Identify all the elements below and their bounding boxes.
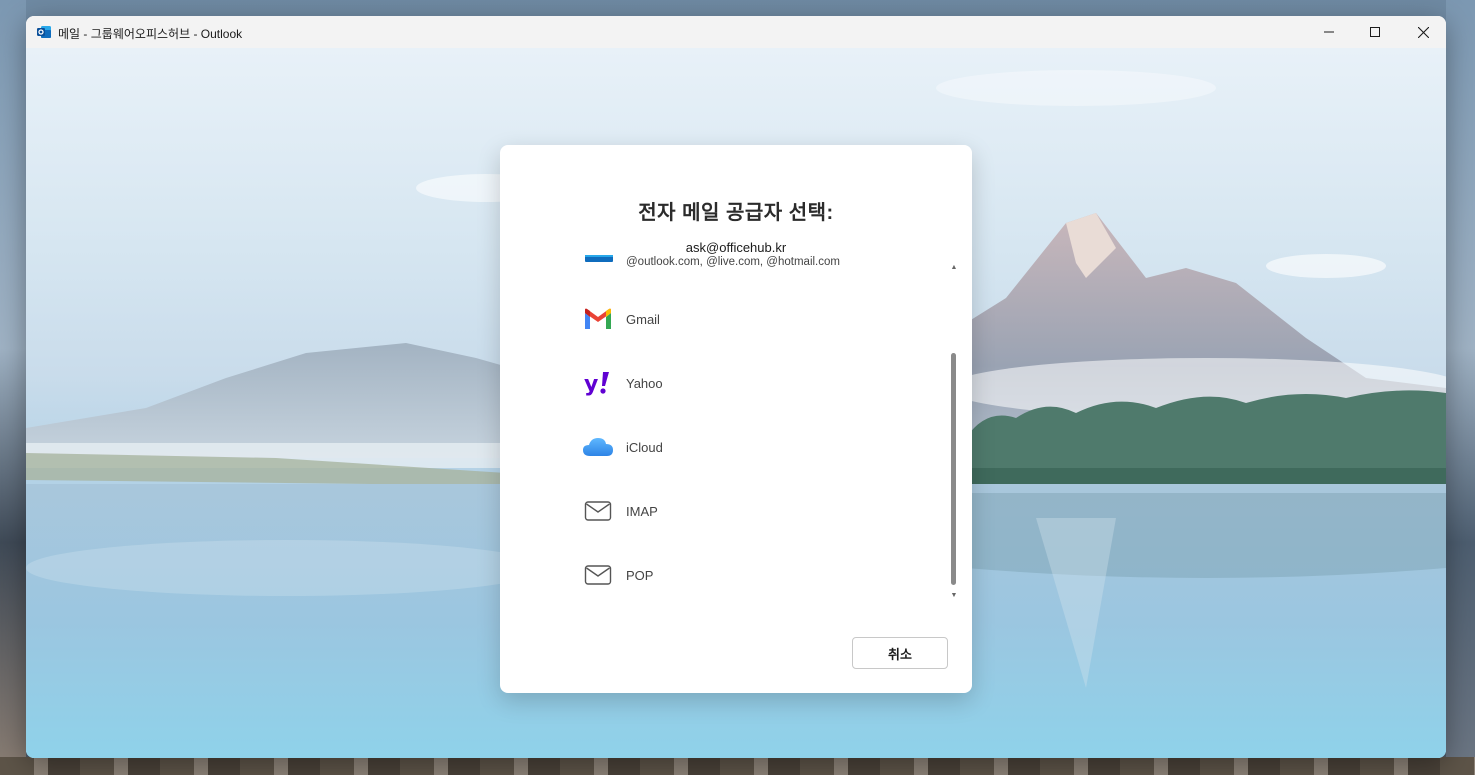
desktop-background-bottom [0, 757, 1475, 775]
outlook-icon [582, 255, 614, 278]
maximize-button[interactable] [1352, 16, 1398, 48]
close-button[interactable] [1400, 16, 1446, 48]
close-icon [1417, 26, 1429, 38]
provider-label: iCloud [626, 439, 663, 455]
cancel-button[interactable]: 취소 [852, 637, 948, 669]
provider-outlook[interactable]: @outlook.com, @live.com, @hotmail.com [580, 255, 940, 282]
outlook-window: 메일 - 그룹웨어오피스허브 - Outlook 전자 메일 공급자 선택: a… [26, 16, 1446, 758]
envelope-icon [582, 559, 614, 591]
desktop-background-left [0, 0, 26, 775]
yahoo-icon: y [582, 367, 614, 399]
provider-imap[interactable]: IMAP [580, 491, 940, 531]
minimize-button[interactable] [1306, 16, 1352, 48]
envelope-icon [582, 495, 614, 527]
provider-label: @outlook.com, @live.com, @hotmail.com [626, 256, 840, 268]
icloud-icon [582, 431, 614, 463]
provider-icloud[interactable]: iCloud [580, 427, 940, 467]
provider-label: Yahoo [626, 375, 663, 391]
provider-gmail[interactable]: Gmail [580, 299, 940, 339]
provider-label: Gmail [626, 311, 660, 327]
title-bar[interactable]: 메일 - 그룹웨어오피스허브 - Outlook [26, 16, 1446, 48]
dialog-title: 전자 메일 공급자 선택: [638, 202, 834, 224]
gmail-icon [582, 303, 614, 335]
minimize-icon [1324, 27, 1334, 37]
provider-label: POP [626, 567, 654, 583]
scrollbar-thumb[interactable] [951, 353, 956, 585]
provider-label: IMAP [626, 503, 658, 519]
outlook-icon [36, 24, 52, 40]
scroll-down-arrow-icon[interactable]: ▼ [949, 591, 959, 601]
provider-dialog: 전자 메일 공급자 선택: ask@officehub.kr @outlook.… [500, 145, 972, 693]
desktop-background-right [1446, 0, 1475, 775]
provider-yahoo[interactable]: y Yahoo [580, 363, 940, 403]
svg-text:y: y [584, 372, 598, 397]
main-content: 전자 메일 공급자 선택: ask@officehub.kr @outlook.… [26, 48, 1446, 758]
maximize-icon [1370, 27, 1380, 37]
window-title: 메일 - 그룹웨어오피스허브 - Outlook [58, 27, 243, 41]
provider-pop[interactable]: POP [580, 555, 940, 595]
account-email: ask@officehub.kr [685, 240, 787, 255]
scroll-up-arrow-icon[interactable]: ▲ [949, 263, 959, 273]
provider-list[interactable]: @outlook.com, @live.com, @hotmail.com Gm… [580, 255, 950, 607]
